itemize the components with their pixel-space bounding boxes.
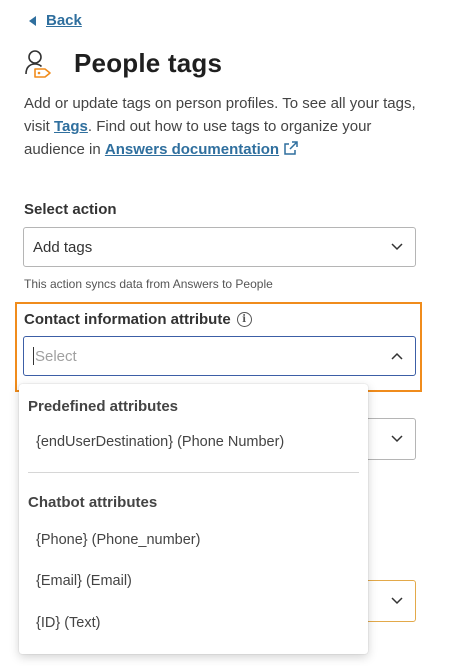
option-id[interactable]: {ID} (Text) [36,615,100,631]
contact-attribute-label-text: Contact information attribute [24,311,231,328]
external-link-icon[interactable] [283,140,299,156]
page-description: Add or update tags on person profiles. T… [24,92,434,161]
option-end-user-destination[interactable]: {endUserDestination} (Phone Number) [36,434,284,450]
chevron-down-icon [391,597,403,605]
sync-note: This action syncs data from Answers to P… [24,277,273,291]
chevron-down-icon [391,435,403,443]
option-email[interactable]: {Email} (Email) [36,573,132,589]
page-header: People tags [24,48,222,79]
back-label[interactable]: Back [46,12,82,29]
select-action-dropdown[interactable]: Add tags [23,227,416,267]
info-icon[interactable]: i [236,312,252,327]
group-divider [28,472,359,473]
tags-link[interactable]: Tags [54,118,88,135]
chevron-down-icon [391,243,403,251]
text-caret [33,347,34,365]
page-title: People tags [74,48,223,78]
select-action-value: Add tags [33,238,93,256]
select-action-label: Select action [24,201,117,218]
group-title-predefined: Predefined attributes [28,398,179,415]
back-arrow-icon [29,15,36,26]
attribute-dropdown-menu: Predefined attributes {endUserDestinatio… [19,384,368,654]
group-title-chatbot: Chatbot attributes [28,494,158,511]
contact-attribute-select[interactable]: Select [23,336,416,376]
option-phone[interactable]: {Phone} (Phone_number) [36,532,200,548]
back-link[interactable]: Back [29,12,82,29]
person-tag-icon [25,49,51,78]
contact-attribute-label: Contact information attribute i [24,311,252,328]
answers-docs-link[interactable]: Answers documentation [105,141,279,158]
chevron-up-icon [391,352,403,360]
contact-attribute-placeholder: Select [35,347,77,365]
